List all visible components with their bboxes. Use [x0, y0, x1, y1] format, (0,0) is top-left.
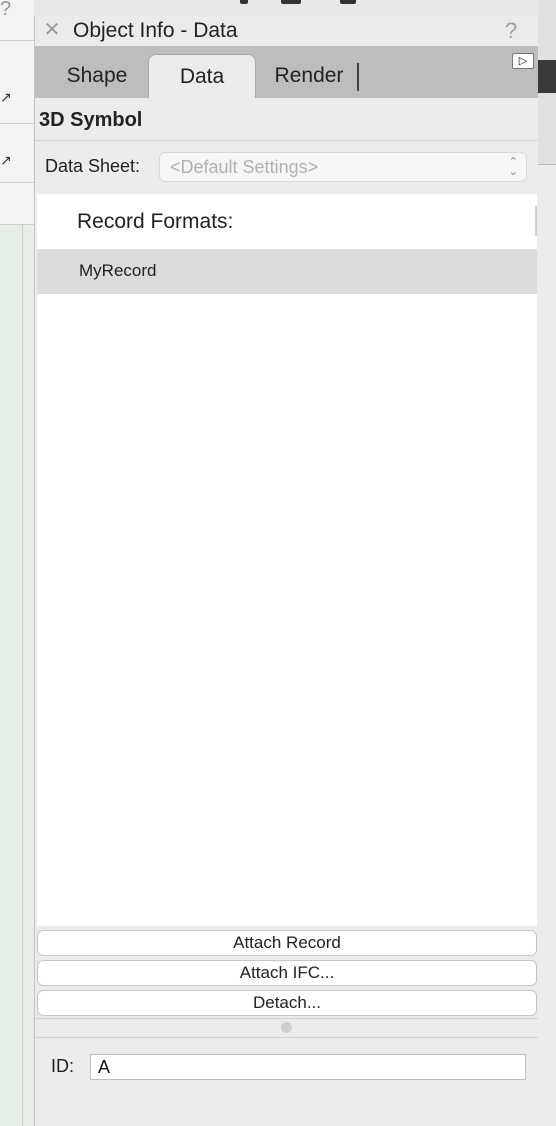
background-toolbar-mark: [281, 0, 301, 4]
tab-bar: Shape Data Render ▷: [35, 46, 538, 98]
object-info-palette: ✕ Object Info - Data ? Shape Data Render…: [34, 16, 538, 1126]
tab-separator: [357, 63, 359, 91]
palette-title: Object Info - Data: [73, 19, 238, 42]
id-label: ID:: [51, 1056, 75, 1076]
background-arrow-icon: ↗: [0, 152, 12, 168]
tab-shape[interactable]: Shape: [49, 54, 145, 98]
attach-record-button[interactable]: Attach Record: [37, 930, 537, 956]
record-formats-list[interactable]: Record Formats: MyRecord: [37, 194, 537, 926]
background-arrow-icon: ↗: [0, 89, 12, 105]
background-divider: [0, 182, 34, 183]
attach-ifc-button[interactable]: Attach IFC...: [37, 960, 537, 986]
tab-data[interactable]: Data: [148, 54, 256, 98]
help-icon[interactable]: ?: [505, 18, 517, 44]
list-scrollbar[interactable]: [535, 206, 537, 236]
background-divider: [22, 225, 23, 1126]
background-toolbar-mark: [340, 0, 356, 4]
id-input[interactable]: A: [90, 1054, 526, 1080]
background-help-icon: ?: [0, 0, 12, 20]
palette-titlebar[interactable]: ✕ Object Info - Data ?: [35, 16, 538, 46]
chevron-updown-icon: ⌃ ⌄: [508, 156, 518, 178]
tab-render[interactable]: Render: [261, 54, 357, 98]
close-icon[interactable]: ✕: [43, 20, 61, 40]
background-toolbar-mark: [240, 0, 248, 4]
divider: [35, 1037, 538, 1038]
detach-button[interactable]: Detach...: [37, 990, 537, 1016]
divider: [35, 140, 538, 141]
resize-handle[interactable]: [281, 1022, 292, 1033]
background-divider: [0, 224, 34, 225]
data-sheet-value: <Default Settings>: [170, 157, 319, 177]
object-type-label: 3D Symbol: [39, 109, 143, 131]
background-panel-strip: [0, 0, 34, 225]
record-formats-header: Record Formats:: [77, 210, 234, 233]
background-divider: [538, 164, 556, 165]
background-divider: [0, 40, 34, 41]
record-name: MyRecord: [79, 261, 157, 280]
data-sheet-label: Data Sheet:: [45, 156, 141, 176]
background-right-panel: [538, 60, 556, 93]
data-sheet-select[interactable]: <Default Settings> ⌃ ⌄: [159, 152, 527, 182]
expand-icon[interactable]: ▷: [512, 53, 534, 69]
divider: [35, 1018, 538, 1019]
list-item[interactable]: MyRecord: [37, 249, 537, 294]
background-divider: [0, 123, 34, 124]
